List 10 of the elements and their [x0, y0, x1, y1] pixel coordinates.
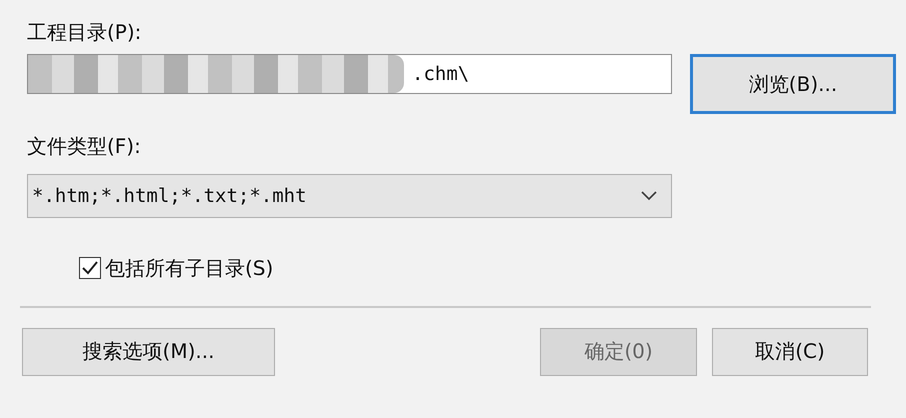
search-options-button[interactable]: 搜索选项(M)...	[22, 328, 275, 376]
chevron-down-icon	[641, 191, 657, 201]
field-label: 工程目录(P):	[27, 19, 142, 46]
cancel-button[interactable]: 取消(C)	[712, 328, 868, 376]
file-type-dropdown[interactable]: *.htm;*.html;*.txt;*.mht	[27, 174, 672, 218]
checkbox-label: 包括所有子目录(S)	[105, 255, 274, 282]
browse-button[interactable]: 浏览(B)...	[690, 54, 896, 114]
field-label: 文件类型(F):	[27, 133, 142, 160]
checkbox[interactable]	[79, 257, 101, 279]
path-input-field[interactable]: .chm\	[27, 54, 672, 94]
